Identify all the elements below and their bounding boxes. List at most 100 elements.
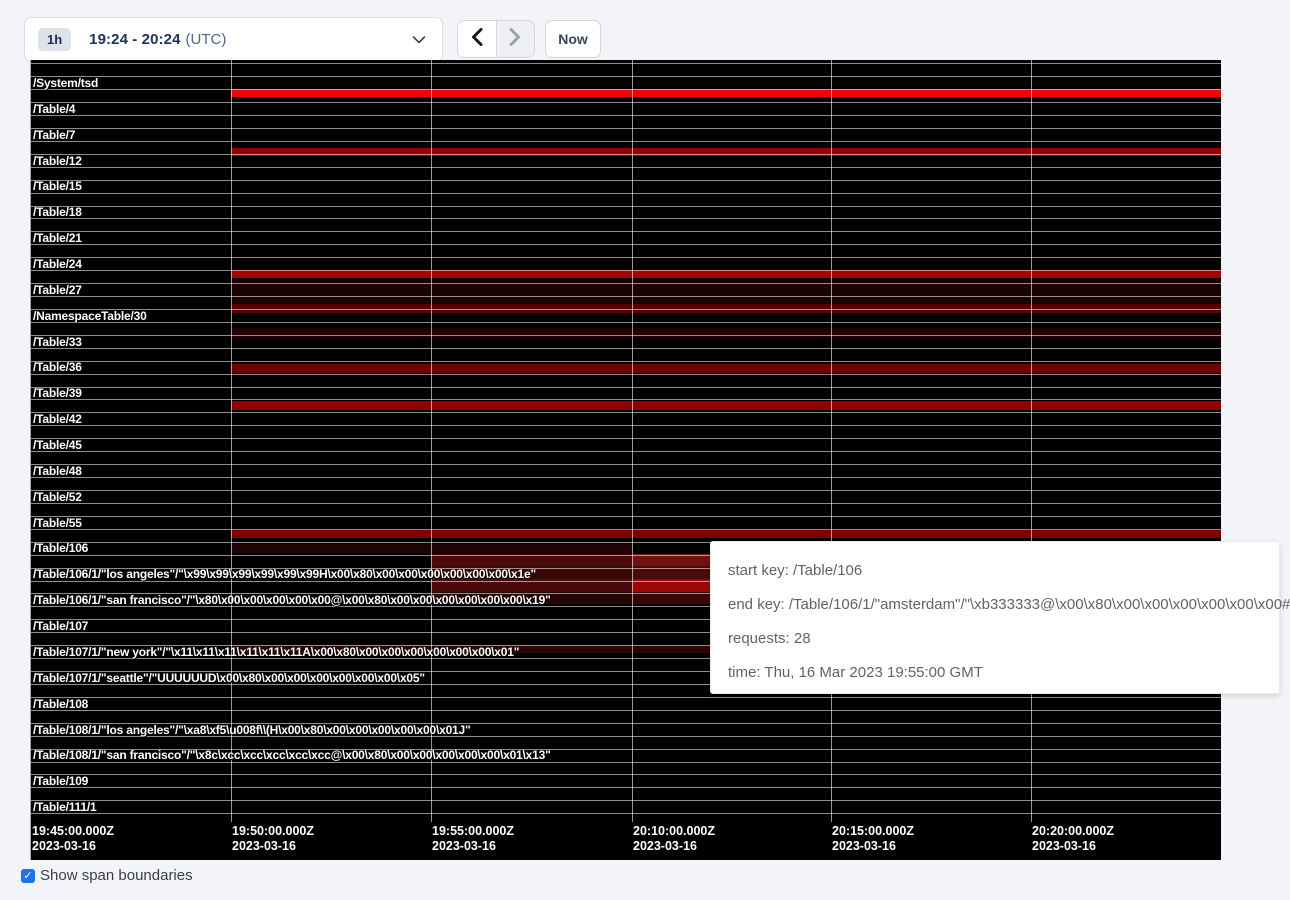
prev-time-button[interactable] [458,21,497,57]
heatmap-band[interactable] [231,89,1221,97]
row-label: /Table/107/1/"new york"/"\x11\x11\x11\x1… [33,645,519,659]
x-axis-tick: 20:20:00.000Z2023-03-16 [1032,824,1114,854]
time-range-badge: 1h [38,28,71,51]
row-label: /Table/45 [33,438,82,452]
row-label: /Table/27 [33,283,82,297]
row-label: /Table/48 [33,464,82,478]
span-boundary-line [31,218,1221,219]
span-boundary-line [31,309,1221,310]
time-nav-group [457,20,535,58]
row-label: /Table/108 [33,697,88,711]
now-button[interactable]: Now [545,20,601,58]
span-boundary-line [31,76,1221,77]
row-label: /Table/108/1/"san francisco"/"\x8c\xcc\x… [33,748,551,762]
x-tick-time: 19:50:00.000Z [232,824,314,839]
x-tick-time: 20:10:00.000Z [633,824,715,839]
span-boundary-line [31,141,1221,142]
span-boundary-line [31,697,1221,698]
span-boundary-line [31,787,1221,788]
span-boundary-line [31,296,1221,297]
span-boundary-line [31,425,1221,426]
x-axis-tick: 20:15:00.000Z2023-03-16 [832,824,914,854]
span-boundary-line [31,63,1221,64]
span-boundary-line [31,451,1221,452]
span-boundary-line [31,244,1221,245]
span-boundary-line [31,490,1221,491]
row-label: /Table/15 [33,179,82,193]
chevron-down-icon [412,35,426,44]
chevron-right-icon [509,28,521,51]
span-boundary-line [31,193,1221,194]
span-boundary-line [31,516,1221,517]
row-label: /Table/42 [33,412,82,426]
time-bucket-line [831,60,832,822]
span-boundary-line [31,361,1221,362]
row-label: /Table/52 [33,490,82,504]
x-axis-tick: 19:45:00.000Z2023-03-16 [32,824,114,854]
show-span-boundaries-checkbox[interactable]: ✓ [21,869,35,883]
row-label: /Table/107/1/"seattle"/"UUUUUUD\x00\x80\… [33,671,425,685]
x-tick-time: 20:15:00.000Z [832,824,914,839]
span-boundary-line [31,503,1221,504]
row-label: /Table/36 [33,360,82,374]
span-boundary-line [31,477,1221,478]
time-bucket-line [431,60,432,822]
row-label: /Table/4 [33,102,75,116]
key-visualizer-heatmap[interactable]: /System/tsd/Table/4/Table/7/Table/12/Tab… [30,60,1221,860]
now-button-label: Now [558,31,588,47]
row-label: /Table/108/1/"los angeles"/"\xa8\xf5\u00… [33,723,471,737]
chevron-left-icon [471,28,483,51]
span-boundary-line [31,813,1221,814]
x-tick-date: 2023-03-16 [633,839,715,854]
tooltip-end-key: end key: /Table/106/1/"amsterdam"/"\xb33… [728,588,1279,622]
tooltip-start-key: start key: /Table/106 [728,554,1279,588]
span-boundary-line [31,374,1221,375]
heatmap-tooltip: start key: /Table/106 end key: /Table/10… [710,541,1280,694]
row-label: /NamespaceTable/30 [33,309,147,323]
span-boundary-line [31,167,1221,168]
row-label: /Table/106/1/"san francisco"/"\x80\x00\x… [33,593,551,607]
show-span-boundaries-label[interactable]: Show span boundaries [40,867,193,884]
x-axis-tick: 20:10:00.000Z2023-03-16 [633,824,715,854]
span-boundary-line [31,399,1221,400]
time-range-selector[interactable]: 1h 19:24 - 20:24 (UTC) [24,17,443,62]
span-boundary-line [31,270,1221,271]
span-boundary-line [31,710,1221,711]
span-boundary-line [31,102,1221,103]
x-tick-date: 2023-03-16 [32,839,114,854]
span-boundary-line [31,154,1221,155]
x-tick-time: 20:20:00.000Z [1032,824,1114,839]
show-span-boundaries-control[interactable]: ✓ Show span boundaries [21,867,193,884]
span-boundary-line [31,464,1221,465]
x-axis-tick: 19:50:00.000Z2023-03-16 [232,824,314,854]
heatmap-band[interactable] [231,328,1221,338]
x-tick-date: 2023-03-16 [832,839,914,854]
row-label: /Table/106 [33,541,88,555]
tooltip-time: time: Thu, 16 Mar 2023 19:55:00 GMT [728,656,1279,690]
span-boundary-line [31,115,1221,116]
next-time-button[interactable] [497,21,535,57]
heatmap-band[interactable] [231,364,1221,373]
span-boundary-line [31,206,1221,207]
time-bucket-line [1031,60,1032,822]
x-tick-date: 2023-03-16 [1032,839,1114,854]
span-boundary-line [31,412,1221,413]
span-boundary-line [31,438,1221,439]
time-bucket-line [231,60,232,822]
time-range-timezone: (UTC) [186,31,227,48]
x-tick-date: 2023-03-16 [232,839,314,854]
row-label: /System/tsd [33,76,98,90]
span-boundary-line [31,231,1221,232]
row-label: /Table/39 [33,386,82,400]
span-boundary-line [31,322,1221,323]
row-label: /Table/106/1/"los angeles"/"\x99\x99\x99… [33,567,536,581]
span-boundary-line [31,774,1221,775]
tooltip-requests: requests: 28 [728,622,1279,656]
row-label: /Table/111/1 [33,800,96,814]
heatmap-band[interactable] [231,401,1221,410]
span-boundary-line [31,335,1221,336]
row-label: /Table/18 [33,205,82,219]
span-boundary-line [31,283,1221,284]
heatmap-band[interactable] [231,530,1221,539]
row-label: /Table/33 [33,335,82,349]
